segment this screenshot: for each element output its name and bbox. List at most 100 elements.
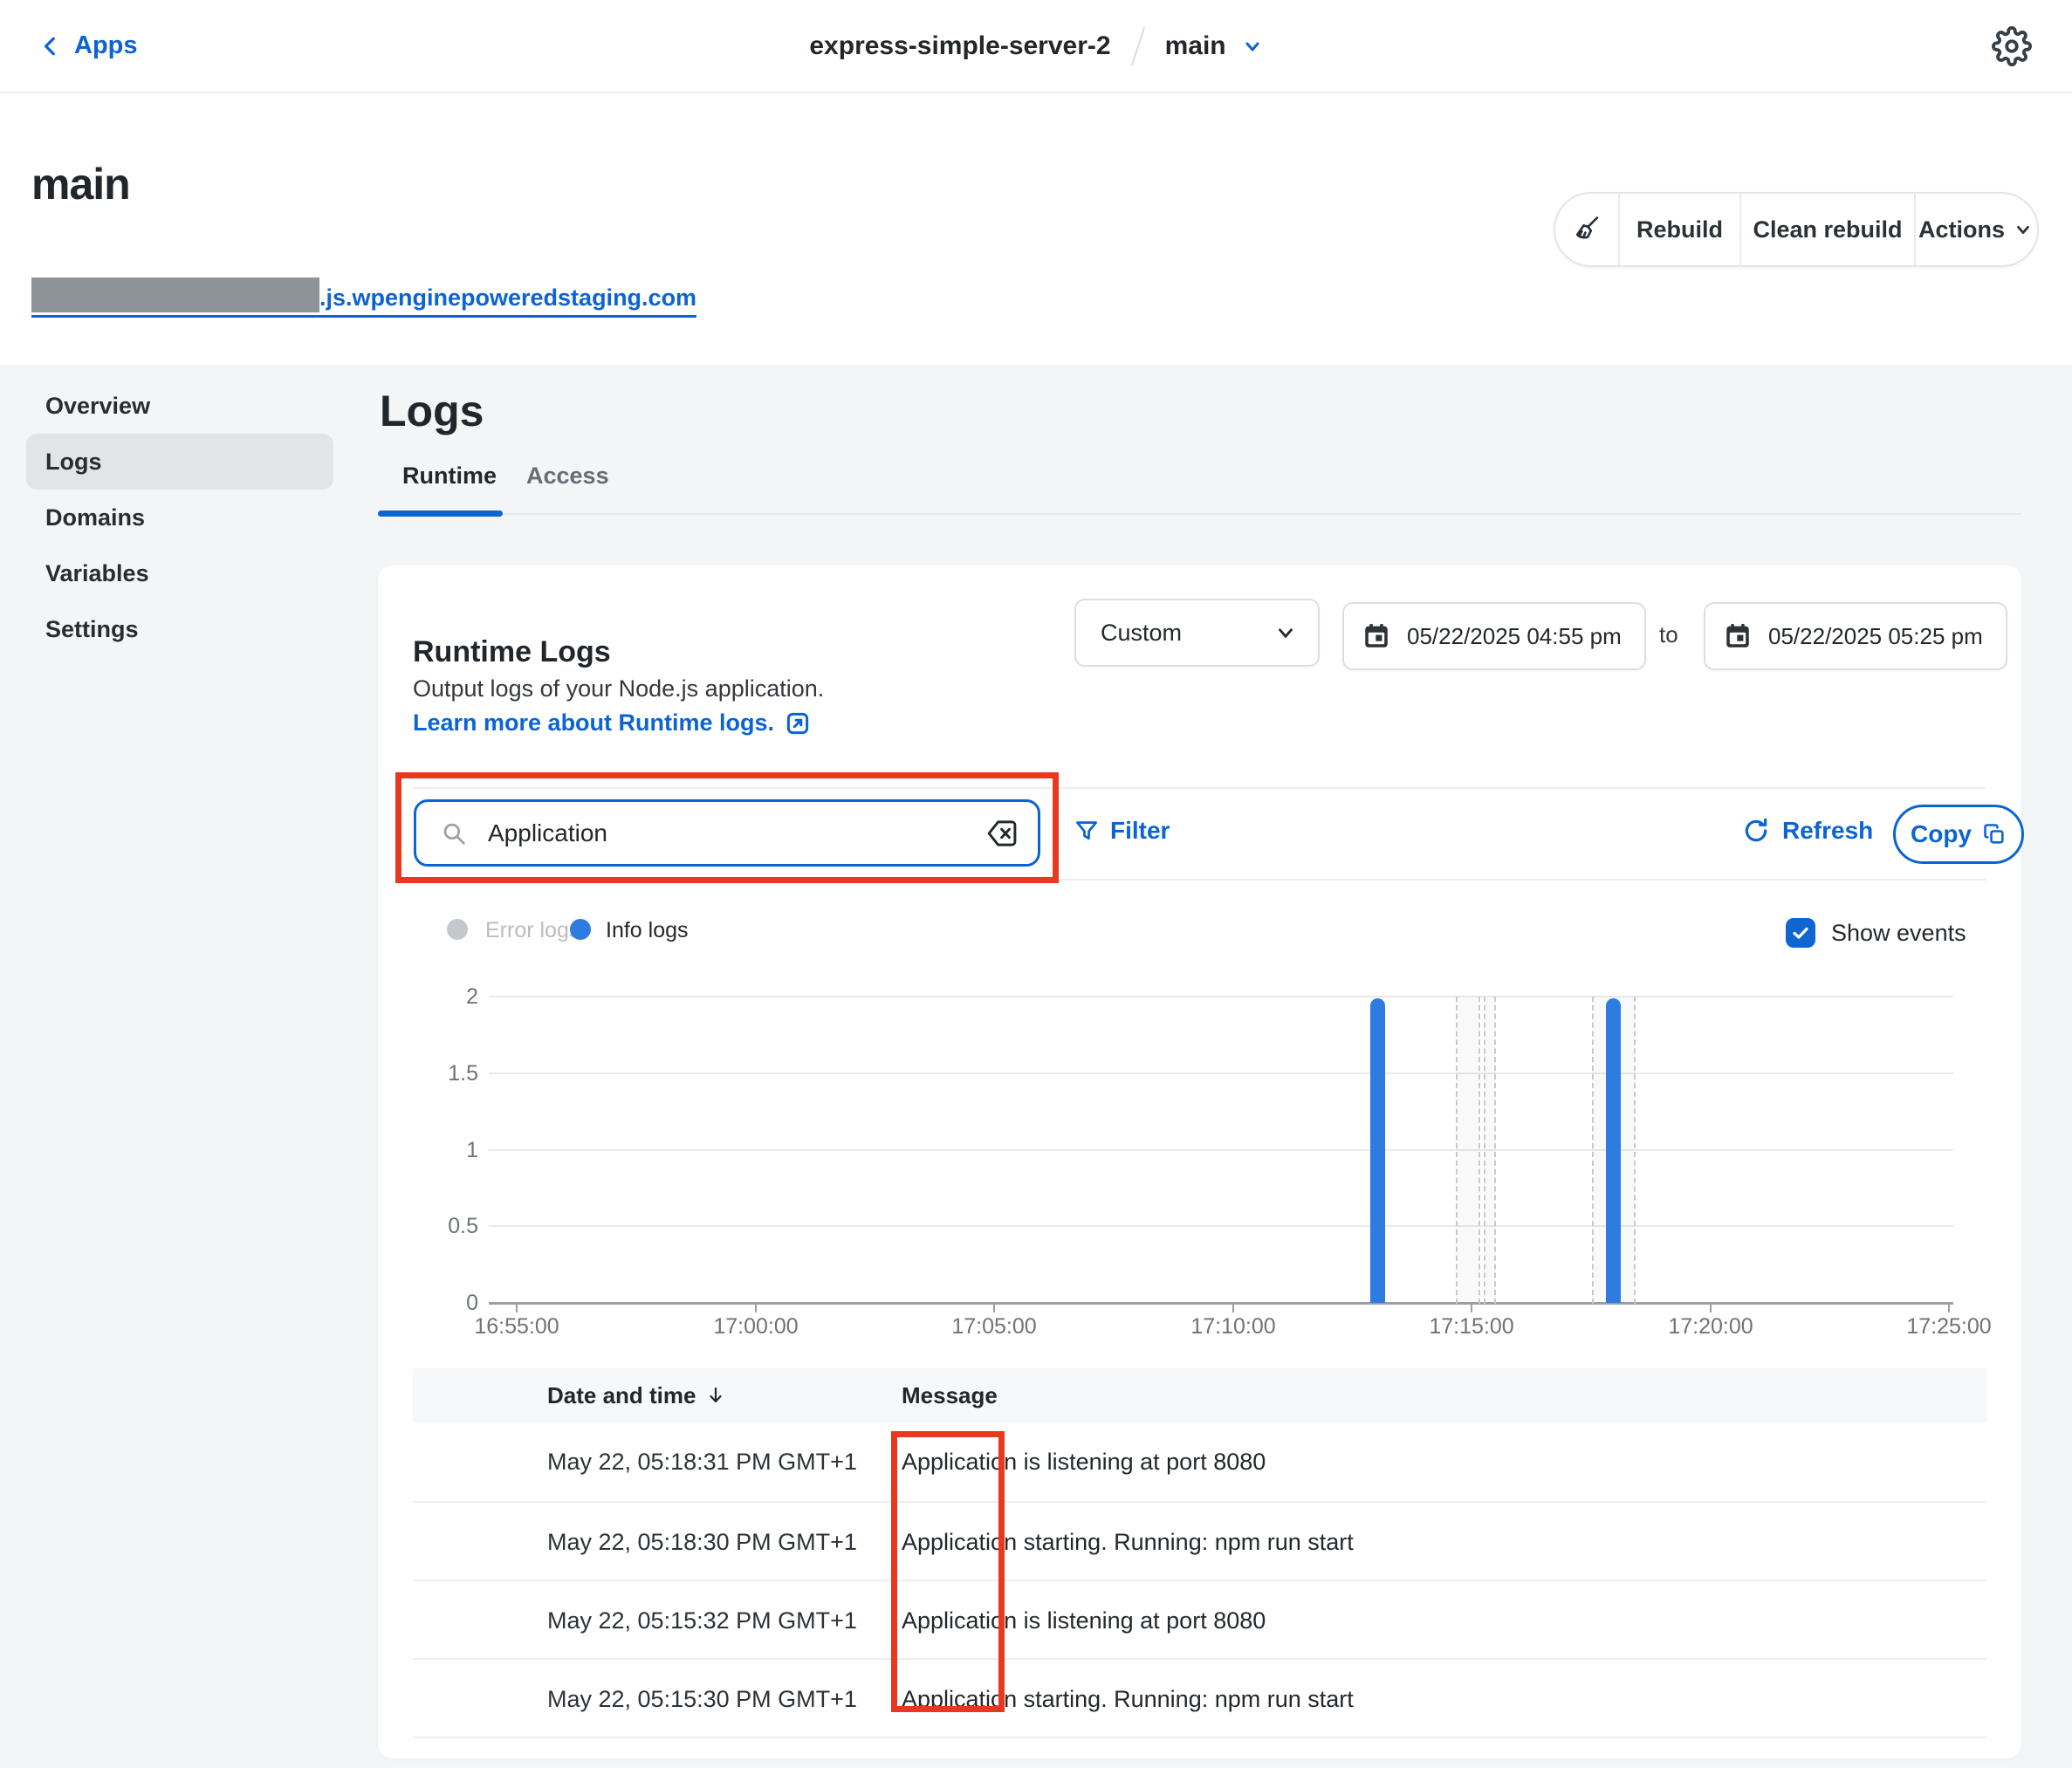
- sort-arrow-down-icon: [705, 1385, 726, 1406]
- x-axis-tick-label: 17:05:00: [933, 1314, 1055, 1340]
- error-logs-legend-label[interactable]: Error logs: [485, 918, 580, 943]
- tab-runtime[interactable]: Runtime: [402, 463, 497, 490]
- date-column-label: Date and time: [547, 1382, 696, 1409]
- y-axis-tick-label: 1.5: [426, 1061, 478, 1086]
- app-root: Apps express-simple-server-2 main main .…: [0, 0, 2072, 1768]
- x-axis-line: [489, 1302, 1953, 1305]
- refresh-icon: [1742, 817, 1770, 845]
- show-events-checkbox[interactable]: [1786, 918, 1815, 948]
- log-search-field[interactable]: [414, 799, 1040, 867]
- column-header-date[interactable]: Date and time: [547, 1382, 726, 1409]
- y-axis-tick-label: 2: [426, 984, 478, 1010]
- clean-rebuild-button-label: Clean rebuild: [1753, 216, 1902, 243]
- sidebar-item-logs[interactable]: Logs: [26, 434, 333, 490]
- runtime-logs-description: Output logs of your Node.js application.: [413, 675, 824, 702]
- x-axis-tick-label: 17:25:00: [1888, 1314, 2010, 1340]
- breadcrumb-env-name[interactable]: main: [1165, 31, 1226, 61]
- log-time-cell: May 22, 05:18:31 PM GMT+1: [547, 1422, 857, 1501]
- chevron-down-icon[interactable]: [1242, 36, 1263, 57]
- toolbar-bottom-divider: [413, 879, 1986, 881]
- environment-actions-button-group: Rebuild Clean rebuild Actions: [1554, 192, 2039, 267]
- log-message-cell: Application is listening at port 8080: [902, 1581, 1266, 1660]
- refresh-button[interactable]: Refresh: [1742, 817, 1873, 845]
- x-axis-tick: [755, 1304, 757, 1312]
- toolbar-top-divider: [413, 787, 1986, 789]
- log-message-cell: Application starting. Running: npm run s…: [902, 1503, 1354, 1581]
- x-axis-tick-label: 17:00:00: [695, 1314, 817, 1340]
- active-tab-indicator: [378, 511, 503, 517]
- error-logs-legend-dot[interactable]: [447, 919, 468, 940]
- table-row[interactable]: May 22, 05:18:30 PM GMT+1 Application st…: [413, 1501, 1986, 1580]
- show-events-toggle[interactable]: Show events: [1786, 918, 1966, 948]
- range-join-label: to: [1659, 621, 1678, 648]
- filter-label: Filter: [1110, 817, 1170, 845]
- copy-icon: [1982, 822, 2007, 846]
- learn-more-link[interactable]: Learn more about Runtime logs.: [413, 709, 811, 737]
- info-log-bar[interactable]: [1606, 998, 1621, 1303]
- x-axis-tick: [516, 1304, 518, 1312]
- table-row[interactable]: May 22, 05:15:32 PM GMT+1 Application is…: [413, 1580, 1986, 1658]
- log-message-cell: Application is listening at port 8080: [902, 1422, 1266, 1501]
- x-axis-tick: [993, 1304, 995, 1312]
- event-region: [1484, 997, 1496, 1304]
- gridline: [489, 1149, 1953, 1151]
- log-table-header: Date and time Message: [413, 1368, 1986, 1422]
- logs-page-title: Logs: [380, 386, 484, 436]
- runtime-logs-title: Runtime Logs: [413, 635, 611, 669]
- rebuild-button[interactable]: Rebuild: [1618, 194, 1739, 265]
- y-axis-tick-label: 0: [426, 1291, 478, 1316]
- info-log-bar[interactable]: [1370, 998, 1385, 1303]
- log-time-cell: May 22, 05:15:30 PM GMT+1: [547, 1660, 857, 1738]
- x-axis-tick: [1232, 1304, 1234, 1312]
- x-axis-tick-label: 17:10:00: [1172, 1314, 1294, 1340]
- table-row[interactable]: May 22, 05:18:31 PM GMT+1 Application is…: [413, 1422, 1986, 1501]
- tab-access[interactable]: Access: [526, 463, 609, 490]
- redacted-url-part: [31, 278, 319, 312]
- gridline: [489, 996, 1953, 997]
- sidebar-item-variables[interactable]: Variables: [26, 545, 333, 601]
- search-input[interactable]: [488, 819, 964, 847]
- column-header-message[interactable]: Message: [902, 1382, 998, 1409]
- calendar-icon: [1723, 621, 1753, 651]
- sidebar-item-settings[interactable]: Settings: [26, 601, 333, 657]
- tabs-divider: [378, 513, 2021, 515]
- clean-rebuild-button[interactable]: Clean rebuild: [1739, 194, 1914, 265]
- copy-button[interactable]: Copy: [1893, 805, 2024, 864]
- sidebar-item-domains[interactable]: Domains: [26, 490, 333, 545]
- date-to-input[interactable]: 05/22/2025 05:25 pm: [1704, 602, 2007, 670]
- chevron-down-icon: [2014, 220, 2033, 239]
- x-axis-tick: [1471, 1304, 1472, 1312]
- gear-icon[interactable]: [1992, 26, 2032, 66]
- info-logs-legend-dot[interactable]: [570, 919, 591, 940]
- gridline: [489, 1225, 1953, 1227]
- calendar-icon: [1362, 621, 1391, 651]
- log-time-cell: May 22, 05:18:30 PM GMT+1: [547, 1503, 857, 1581]
- info-logs-legend-label[interactable]: Info logs: [606, 918, 689, 943]
- top-bar: Apps express-simple-server-2 main: [0, 0, 2072, 93]
- actions-dropdown-button[interactable]: Actions: [1914, 194, 2035, 265]
- time-range-preset-select[interactable]: Custom: [1074, 599, 1320, 667]
- log-message-cell: Application starting. Running: npm run s…: [902, 1660, 1354, 1738]
- refresh-label: Refresh: [1782, 817, 1873, 845]
- sidebar-item-overview[interactable]: Overview: [26, 378, 333, 434]
- filter-button[interactable]: Filter: [1074, 817, 1170, 845]
- date-from-input[interactable]: 05/22/2025 04:55 pm: [1342, 602, 1646, 670]
- event-region: [1456, 997, 1480, 1304]
- time-range-preset-value: Custom: [1101, 620, 1182, 647]
- gridline: [489, 1072, 1953, 1074]
- clear-search-icon[interactable]: [984, 815, 1020, 852]
- x-axis-tick-label: 17:15:00: [1410, 1314, 1533, 1340]
- purge-cache-button[interactable]: [1555, 194, 1618, 265]
- x-axis-tick-label: 17:20:00: [1650, 1314, 1772, 1340]
- table-bottom-divider: [413, 1737, 1986, 1738]
- copy-label: Copy: [1911, 820, 1972, 848]
- breadcrumb-separator: [1131, 26, 1145, 65]
- search-icon: [439, 819, 469, 848]
- environment-url-link[interactable]: .js.wpenginepoweredstaging.com: [31, 278, 696, 318]
- table-row[interactable]: May 22, 05:15:30 PM GMT+1 Application st…: [413, 1658, 1986, 1737]
- learn-more-label: Learn more about Runtime logs.: [413, 709, 774, 737]
- page-title: main: [31, 159, 130, 209]
- breadcrumb-app-name[interactable]: express-simple-server-2: [809, 31, 1110, 61]
- funnel-icon: [1074, 818, 1100, 844]
- breadcrumb: express-simple-server-2 main: [0, 0, 2072, 92]
